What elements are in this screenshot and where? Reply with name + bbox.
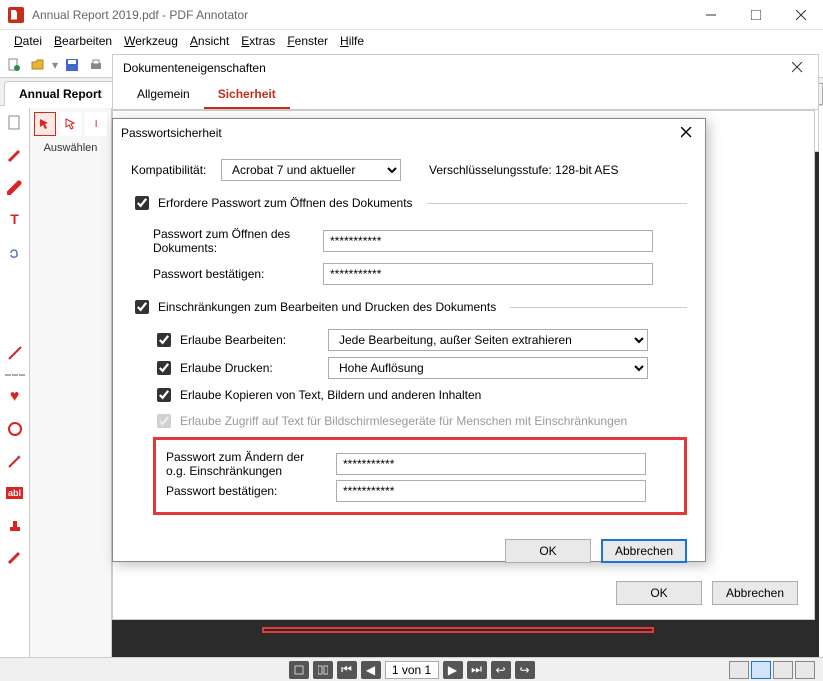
open-confirm-label: Passwort bestätigen: (153, 267, 313, 281)
compat-select[interactable]: Acrobat 7 und aktueller (221, 159, 401, 181)
docprops-tabs: Allgemein Sicherheit (112, 80, 819, 110)
allow-print-select[interactable]: Hohe Auflösung (328, 357, 648, 379)
pwd-cancel-button[interactable]: Abbrechen (601, 539, 687, 563)
highlight-bar (262, 627, 654, 633)
app-icon (8, 7, 24, 23)
tool-options-panel: I Auswählen (30, 108, 112, 657)
open-confirm-input[interactable] (323, 263, 653, 285)
menu-help[interactable]: Hilfe (334, 32, 370, 50)
view-mode-3[interactable] (773, 661, 793, 679)
titlebar: Annual Report 2019.pdf - PDF Annotator (0, 0, 823, 30)
compat-label: Kompatibilität: (131, 163, 211, 177)
pen-red-icon[interactable] (4, 144, 26, 166)
pwd-close-button[interactable] (677, 123, 697, 143)
page-icon[interactable] (4, 112, 26, 134)
allow-access-label: Erlaube Zugriff auf Text für Bildschirml… (180, 414, 627, 428)
marker-icon[interactable] (4, 176, 26, 198)
restrict-checkbox[interactable] (135, 300, 149, 314)
last-page-button[interactable]: ⏭ (467, 661, 487, 679)
prev-page-button[interactable]: ◀ (361, 661, 381, 679)
circle-tool-icon[interactable] (4, 418, 26, 440)
pointer-alt-tool[interactable] (60, 112, 82, 136)
view-mode-1[interactable] (729, 661, 749, 679)
text-tool-icon[interactable]: T (4, 208, 26, 230)
print-icon[interactable] (86, 55, 106, 75)
allow-edit-checkbox[interactable] (157, 333, 171, 347)
encryption-label: Verschlüsselungsstufe: 128-bit AES (429, 163, 618, 177)
left-toolbar: T ♥ abl (0, 108, 30, 657)
change-confirm-label: Passwort bestätigen: (166, 484, 326, 498)
password-security-dialog: Passwortsicherheit Kompatibilität: Acrob… (112, 118, 706, 562)
allow-print-checkbox[interactable] (157, 361, 171, 375)
document-tab[interactable]: Annual Report (4, 81, 117, 106)
next-page-button[interactable]: ▶ (443, 661, 463, 679)
open-pw-label: Passwort zum Öffnen des Dokuments: (153, 227, 313, 255)
allow-print-label: Erlaube Drucken: (180, 361, 322, 375)
menu-file[interactable]: Datei (8, 32, 48, 50)
new-icon[interactable] (4, 55, 24, 75)
text-select-tool[interactable]: I (85, 112, 107, 136)
nav-back-button[interactable]: ↩ (491, 661, 511, 679)
minimize-button[interactable] (688, 0, 733, 30)
first-page-button[interactable]: ⏮ (337, 661, 357, 679)
highlighted-section: Passwort zum Ändern der o.g. Einschränku… (153, 437, 687, 515)
textbox-tool-icon[interactable]: abl (4, 482, 26, 504)
change-pw-label: Passwort zum Ändern der o.g. Einschränku… (166, 450, 326, 478)
menu-window[interactable]: Fenster (281, 32, 334, 50)
docprops-cancel-button[interactable]: Abbrechen (712, 581, 798, 605)
change-pw-input[interactable] (336, 453, 646, 475)
page-indicator[interactable]: 1 von 1 (385, 661, 439, 679)
allow-edit-select[interactable]: Jede Bearbeitung, außer Seiten extrahier… (328, 329, 648, 351)
allow-copy-checkbox[interactable] (157, 388, 171, 402)
allow-edit-label: Erlaube Bearbeiten: (180, 333, 322, 347)
docprops-titlebar: Dokumenteneigenschaften (112, 54, 819, 80)
change-confirm-input[interactable] (336, 480, 646, 502)
thumb1-icon[interactable] (289, 661, 309, 679)
pointer-tool[interactable] (34, 112, 56, 136)
view-mode-2[interactable] (751, 661, 771, 679)
menu-edit[interactable]: Bearbeiten (48, 32, 118, 50)
open-pw-input[interactable] (323, 230, 653, 252)
tab-security[interactable]: Sicherheit (204, 81, 290, 109)
open-icon[interactable] (28, 55, 48, 75)
menu-extras[interactable]: Extras (235, 32, 281, 50)
pencil-icon[interactable] (4, 450, 26, 472)
menubar: Datei Bearbeiten Werkzeug Ansicht Extras… (0, 30, 823, 52)
save-icon[interactable] (62, 55, 82, 75)
select-label: Auswählen (30, 140, 111, 160)
require-open-checkbox[interactable] (135, 196, 149, 210)
require-open-label: Erfordere Passwort zum Öffnen des Dokume… (158, 196, 413, 210)
heart-icon[interactable]: ♥ (4, 386, 26, 408)
menu-tool[interactable]: Werkzeug (118, 32, 184, 50)
tab-general[interactable]: Allgemein (123, 81, 204, 109)
pwd-dialog-title: Passwortsicherheit (121, 126, 222, 140)
docprops-ok-button[interactable]: OK (616, 581, 702, 605)
maximize-button[interactable] (733, 0, 778, 30)
statusbar: ⏮ ◀ 1 von 1 ▶ ⏭ ↩ ↪ (0, 657, 823, 681)
allow-access-checkbox (157, 414, 171, 428)
window-title: Annual Report 2019.pdf - PDF Annotator (32, 8, 688, 22)
menu-view[interactable]: Ansicht (184, 32, 235, 50)
allow-copy-label: Erlaube Kopieren von Text, Bildern und a… (180, 388, 481, 402)
docprops-close-button[interactable] (788, 58, 808, 78)
close-button[interactable] (778, 0, 823, 30)
nav-fwd-button[interactable]: ↪ (515, 661, 535, 679)
docprops-title: Dokumenteneigenschaften (123, 61, 266, 75)
eraser-icon[interactable] (4, 546, 26, 568)
restrict-label: Einschränkungen zum Bearbeiten und Druck… (158, 300, 496, 314)
view-mode-4[interactable] (795, 661, 815, 679)
pwd-ok-button[interactable]: OK (505, 539, 591, 563)
stamp-icon[interactable] (4, 514, 26, 536)
thumb2-icon[interactable] (313, 661, 333, 679)
attachment-icon[interactable] (4, 240, 26, 262)
line-tool-icon[interactable] (4, 342, 26, 364)
